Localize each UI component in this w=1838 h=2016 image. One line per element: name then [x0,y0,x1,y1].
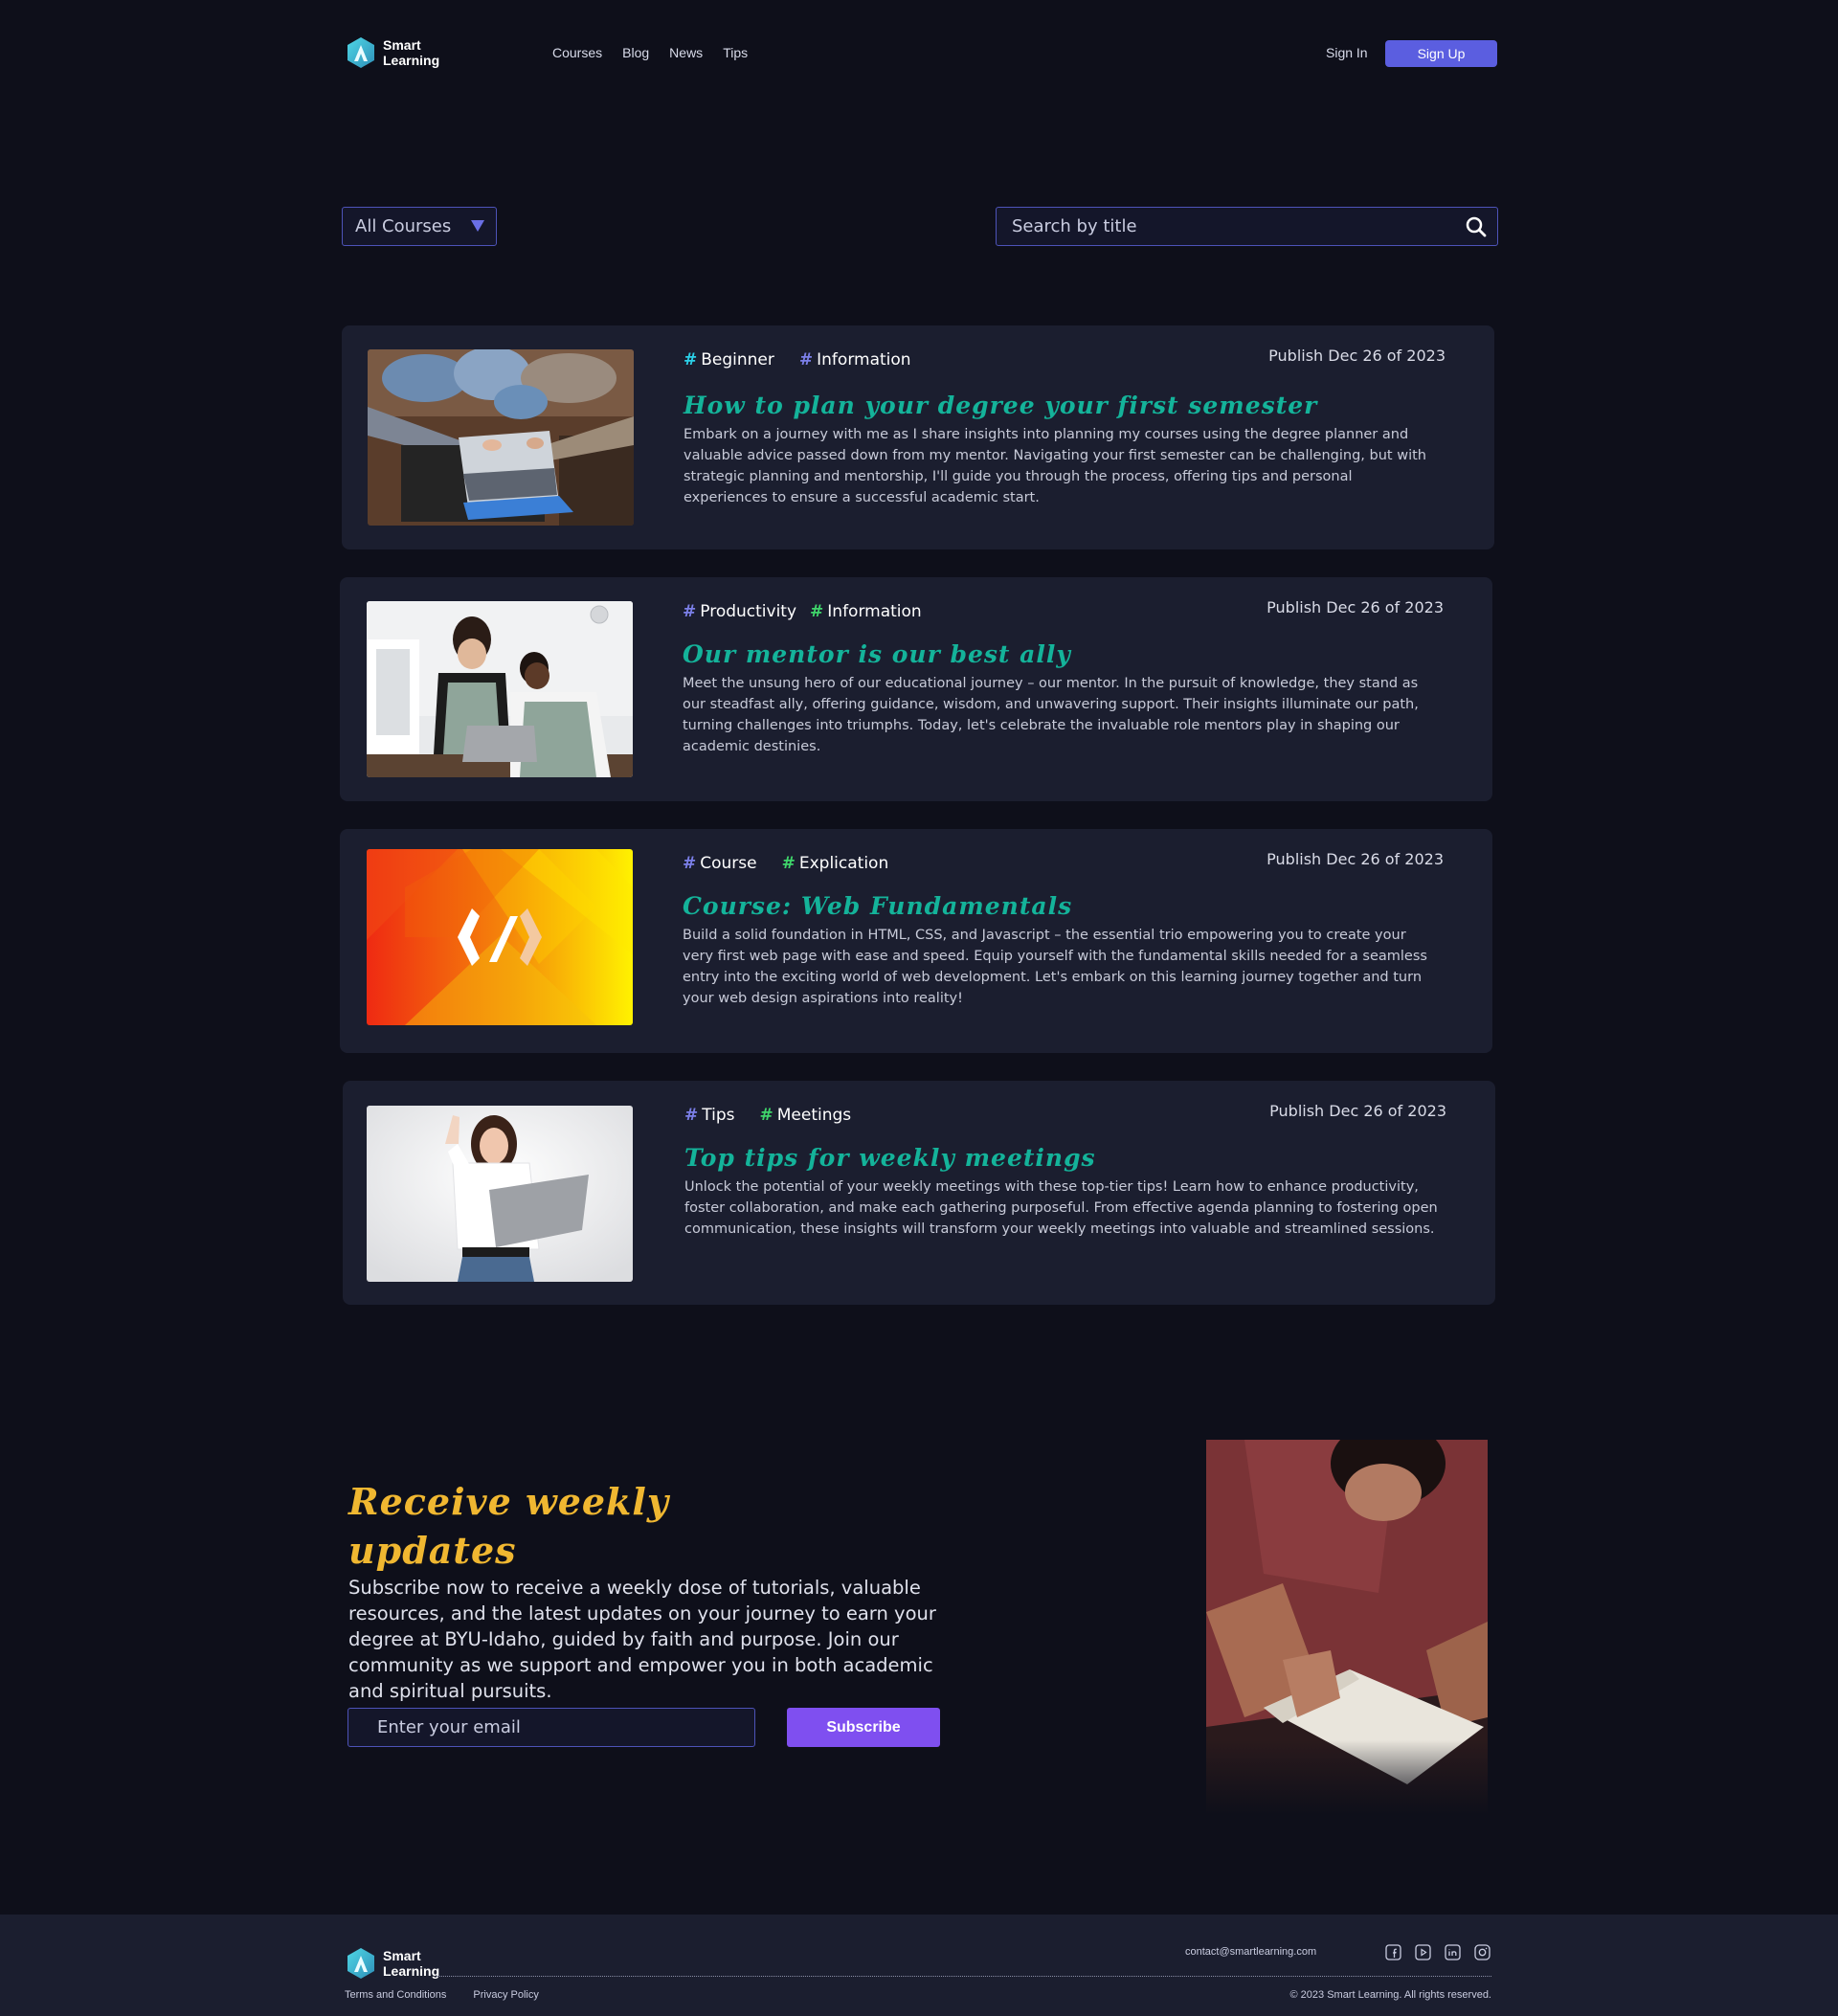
hash-icon: # [781,854,796,873]
footer-links: Terms and Conditions Privacy Policy [345,1989,539,2001]
post-thumbnail [367,1106,633,1282]
students-laptop-image [368,349,634,526]
logo-hex-icon [347,1948,374,1979]
post-description: Meet the unsung hero of our educational … [683,676,1419,754]
youtube-icon[interactable] [1415,1944,1431,1960]
hash-icon: # [684,350,698,370]
logo-text: Smart Learning [383,37,450,68]
brand-logo[interactable]: Smart Learning [347,36,450,69]
copyright: © 2023 Smart Learning. All rights reserv… [1289,1989,1492,2001]
tag[interactable]: # Productivity [683,602,796,621]
tag-label: Information [817,350,911,370]
main-nav: Courses Blog News Tips [552,45,748,60]
category-select-value: All Courses [355,216,452,236]
footer-divider [437,1976,1491,1977]
linkedin-icon[interactable] [1445,1944,1461,1960]
nav-blog[interactable]: Blog [622,45,649,60]
tag-label: Beginner [701,350,774,370]
search-input[interactable] [997,208,1456,244]
site-footer: Smart Learning contact@smartlearning.com… [0,1915,1838,2016]
category-select[interactable]: All Courses [342,207,497,246]
logo-line-1: Smart [383,37,421,53]
subscribe-button[interactable]: Subscribe [787,1708,940,1747]
tag-label: Explication [798,854,889,873]
sign-in-link[interactable]: Sign In [1326,45,1368,60]
post-thumbnail [367,849,633,1025]
contact-email-link[interactable]: contact@smartlearning.com [1185,1946,1316,1958]
post-tags: # Beginner # Information [684,350,911,370]
post-tags: # Productivity # Information [683,602,922,621]
post-date: Publish Dec 26 of 2023 [1266,850,1444,868]
tag[interactable]: # Information [799,350,911,370]
post-description: Build a solid foundation in HTML, CSS, a… [683,928,1427,1006]
hash-icon: # [684,1106,699,1125]
search-icon[interactable] [1465,215,1488,238]
hash-icon: # [759,1106,773,1125]
happy-woman-laptop-image [367,1106,633,1282]
tag[interactable]: # Explication [782,854,889,873]
post-date: Publish Dec 26 of 2023 [1266,598,1444,616]
post-title[interactable]: Top tips for weekly meetings [684,1144,1096,1172]
tag-label: Information [827,602,922,621]
post-thumbnail [367,601,633,777]
tag[interactable]: # Beginner [684,350,774,370]
tag[interactable]: # Meetings [759,1106,851,1125]
hash-icon: # [683,602,697,621]
tag[interactable]: # Tips [684,1106,734,1125]
facebook-icon[interactable] [1385,1944,1401,1960]
privacy-link[interactable]: Privacy Policy [473,1989,538,2001]
logo-text: Smart Learning [383,1948,450,1979]
instagram-icon[interactable] [1474,1944,1491,1960]
post-card[interactable]: # Productivity # Information Publish Dec 2… [340,577,1492,801]
hash-icon: # [798,350,814,370]
post-description: Unlock the potential of your weekly meet… [684,1179,1438,1237]
web-fundamentals-image [367,849,633,1025]
man-reading-book-image [1206,1440,1488,1815]
hash-icon: # [683,854,697,873]
post-date: Publish Dec 26 of 2023 [1269,1102,1446,1120]
mentors-coffee-image [367,601,633,777]
hash-icon: # [810,602,824,621]
post-card[interactable]: # Beginner # Information Publish Dec 26 of… [342,325,1494,549]
post-card[interactable]: # Course # Explication Publish Dec 26 of 2… [340,829,1492,1053]
tag-label: Tips [702,1106,735,1125]
post-title[interactable]: Course: Web Fundamentals [683,892,1072,920]
nav-tips[interactable]: Tips [723,45,748,60]
social-links [1385,1944,1491,1960]
nav-news[interactable]: News [669,45,703,60]
tag[interactable]: # Information [810,602,922,621]
footer-logo[interactable]: Smart Learning [347,1947,450,1980]
site-header: Smart Learning Courses Blog News Tips Si… [0,0,1838,110]
nav-courses[interactable]: Courses [552,45,602,60]
newsletter-description: Subscribe now to receive a weekly dose o… [348,1577,936,1702]
tag[interactable]: # Course [683,854,757,873]
search-box [996,207,1498,246]
post-card[interactable]: # Tips # Meetings Publish Dec 26 of 2023 T… [343,1081,1495,1305]
logo-line-2: Learning [383,53,440,68]
post-title[interactable]: How to plan your degree your first semes… [684,392,1317,419]
newsletter-title: Receive weekly updates [348,1480,669,1572]
terms-link[interactable]: Terms and Conditions [345,1989,446,2001]
logo-hex-icon [347,37,374,68]
post-tags: # Course # Explication [683,854,888,873]
post-title[interactable]: Our mentor is our best ally [683,640,1071,668]
post-description: Embark on a journey with me as I share i… [684,427,1426,505]
post-thumbnail [368,349,634,526]
newsletter-photo [1206,1440,1488,1815]
caret-down-icon [471,220,484,232]
post-date: Publish Dec 26 of 2023 [1268,347,1446,365]
tag-label: Course [700,854,757,873]
logo-line-1: Smart [383,1948,421,1963]
sign-up-button[interactable]: Sign Up [1385,40,1497,67]
tag-label: Productivity [700,602,797,621]
email-field[interactable] [347,1708,755,1747]
post-tags: # Tips # Meetings [684,1106,851,1125]
tag-label: Meetings [776,1106,852,1125]
